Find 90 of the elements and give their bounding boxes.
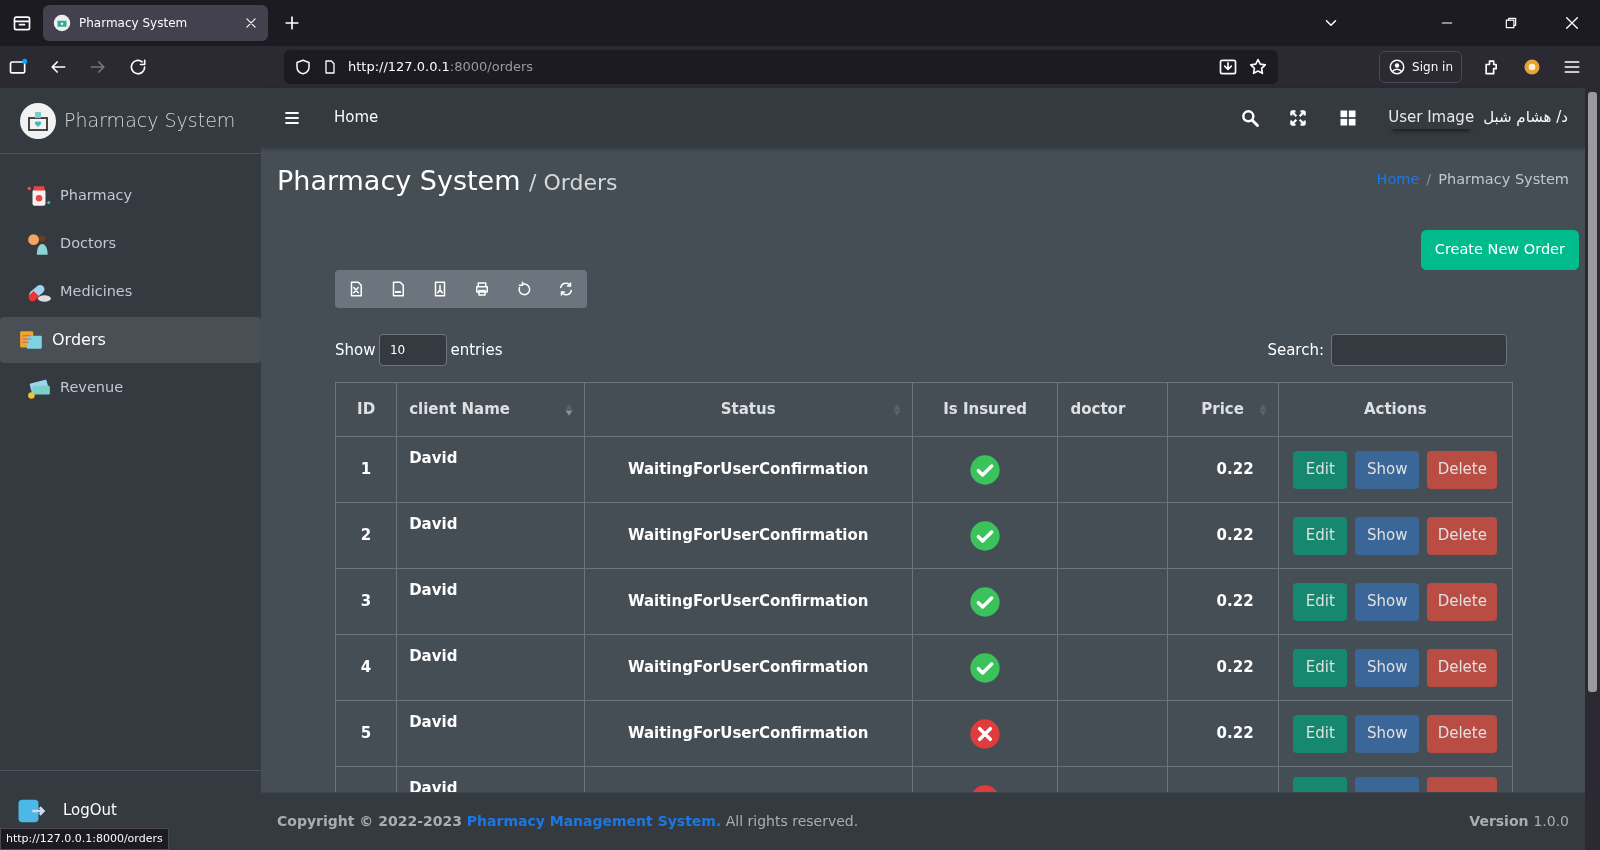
sign-in-button[interactable]: Sign in (1379, 51, 1462, 83)
tab-title: Pharmacy System (79, 15, 189, 32)
pharmacy-logo-icon (20, 102, 56, 139)
version-text: Version 1.0.0 (1469, 812, 1569, 831)
edit-button[interactable]: Edit (1293, 582, 1348, 621)
reload-icon[interactable] (128, 57, 148, 77)
edit-button[interactable]: Edit (1293, 648, 1348, 687)
tab-list-icon (12, 13, 32, 33)
extension-icon[interactable] (1522, 57, 1542, 77)
close-icon[interactable] (1564, 15, 1580, 31)
sidebar-item[interactable]: Orders (0, 317, 261, 363)
delete-button[interactable]: Delete (1427, 450, 1498, 489)
breadcrumb-separator: / (1426, 169, 1432, 189)
client-name-text: David (409, 647, 458, 666)
sidebar-icon[interactable] (8, 57, 28, 77)
site-icon (53, 14, 71, 32)
restore-icon[interactable] (1504, 16, 1518, 30)
column-header: Actions (1278, 382, 1513, 437)
price-text: 0.22 (1216, 724, 1254, 743)
show-button[interactable]: Show (1355, 450, 1420, 489)
shield-icon (294, 58, 312, 76)
download-icon[interactable] (1218, 57, 1238, 77)
page-icon (322, 59, 338, 75)
search-field[interactable] (1331, 334, 1507, 367)
edit-button[interactable]: Edit (1293, 450, 1348, 489)
column-header[interactable]: client Name (396, 382, 585, 437)
search-icon[interactable] (1240, 107, 1261, 128)
copyright-text: Copyright © 2022-2023 Pharmacy Management System. All rights reserved. (277, 812, 859, 831)
pharmacy-icon (26, 183, 52, 209)
page-title: Pharmacy System / Orders (277, 165, 618, 198)
show-label: Show (335, 339, 376, 361)
url-text: http://127.0.0.1:8000/orders (348, 58, 535, 77)
column-header: Is Insured (912, 382, 1058, 437)
footer-link[interactable]: Pharmacy Management System. (466, 813, 722, 829)
sidebar-item[interactable]: Revenue (0, 365, 261, 411)
browser-tab[interactable]: Pharmacy System (43, 5, 268, 41)
show-button[interactable]: Show (1355, 582, 1420, 621)
status-text: WaitingForUserConfirmation (627, 460, 869, 479)
brand-name: Pharmacy System (64, 108, 236, 134)
entries-label: entries (450, 339, 503, 361)
user-image-alt-text: User Image (1388, 106, 1475, 129)
breadcrumb-current: Pharmacy System (1438, 169, 1569, 189)
id-text: 4 (360, 658, 372, 677)
status-text: WaitingForUserConfirmation (627, 526, 869, 545)
id-text: 1 (360, 460, 372, 479)
entries-select[interactable]: 10 (379, 334, 447, 367)
price-text: 0.22 (1216, 592, 1254, 611)
fullscreen-icon[interactable] (1288, 107, 1309, 128)
logout-link[interactable]: LogOut (62, 798, 118, 823)
id-text: 3 (360, 592, 372, 611)
home-link[interactable]: Home (333, 105, 380, 130)
column-header[interactable]: Price (1167, 382, 1279, 437)
delete-button[interactable]: Delete (1427, 714, 1498, 753)
client-name-text: David (409, 581, 458, 600)
client-name-text: David (409, 449, 458, 468)
show-button[interactable]: Show (1355, 714, 1420, 753)
id-text: 5 (360, 724, 372, 743)
user-name[interactable]: د/ هشام شبل (1482, 105, 1569, 130)
status-text: WaitingForUserConfirmation (627, 724, 869, 743)
status-text: WaitingForUserConfirmation (627, 658, 869, 677)
price-text: 0.22 (1216, 460, 1254, 479)
show-button[interactable]: Show (1355, 516, 1420, 555)
close-icon[interactable] (244, 16, 258, 30)
delete-button[interactable]: Delete (1427, 516, 1498, 555)
address-bar[interactable]: http://127.0.0.1:8000/orders (284, 50, 1278, 84)
client-name-text: David (409, 515, 458, 534)
delete-button[interactable]: Delete (1427, 582, 1498, 621)
status-url: http://127.0.0.1:8000/orders (0, 827, 169, 850)
sidebar-item[interactable]: Medicines (0, 269, 261, 315)
show-button[interactable]: Show (1355, 648, 1420, 687)
column-header: doctor (1058, 382, 1167, 437)
status-text: WaitingForUserConfirmation (627, 592, 869, 611)
price-text: 0.22 (1216, 658, 1254, 677)
refresh-icon (557, 280, 575, 299)
account-icon (1388, 58, 1407, 76)
column-header[interactable]: Status (584, 382, 913, 437)
edit-button[interactable]: Edit (1293, 714, 1348, 753)
edit-button[interactable]: Edit (1293, 516, 1348, 555)
create-order-button[interactable]: Create New Order (1420, 230, 1579, 271)
star-icon[interactable] (1248, 57, 1268, 77)
delete-button[interactable]: Delete (1427, 648, 1498, 687)
search-label: Search: (1267, 339, 1324, 361)
id-text: 2 (360, 526, 372, 545)
column-header: ID (335, 382, 397, 437)
client-name-text: David (409, 713, 458, 732)
print-icon (473, 280, 491, 299)
sidebar-item[interactable]: Pharmacy (0, 173, 261, 219)
sidebar-item[interactable]: Doctors (0, 221, 261, 267)
scrollbar-thumb[interactable] (1588, 92, 1597, 692)
price-text: 0.22 (1216, 526, 1254, 545)
